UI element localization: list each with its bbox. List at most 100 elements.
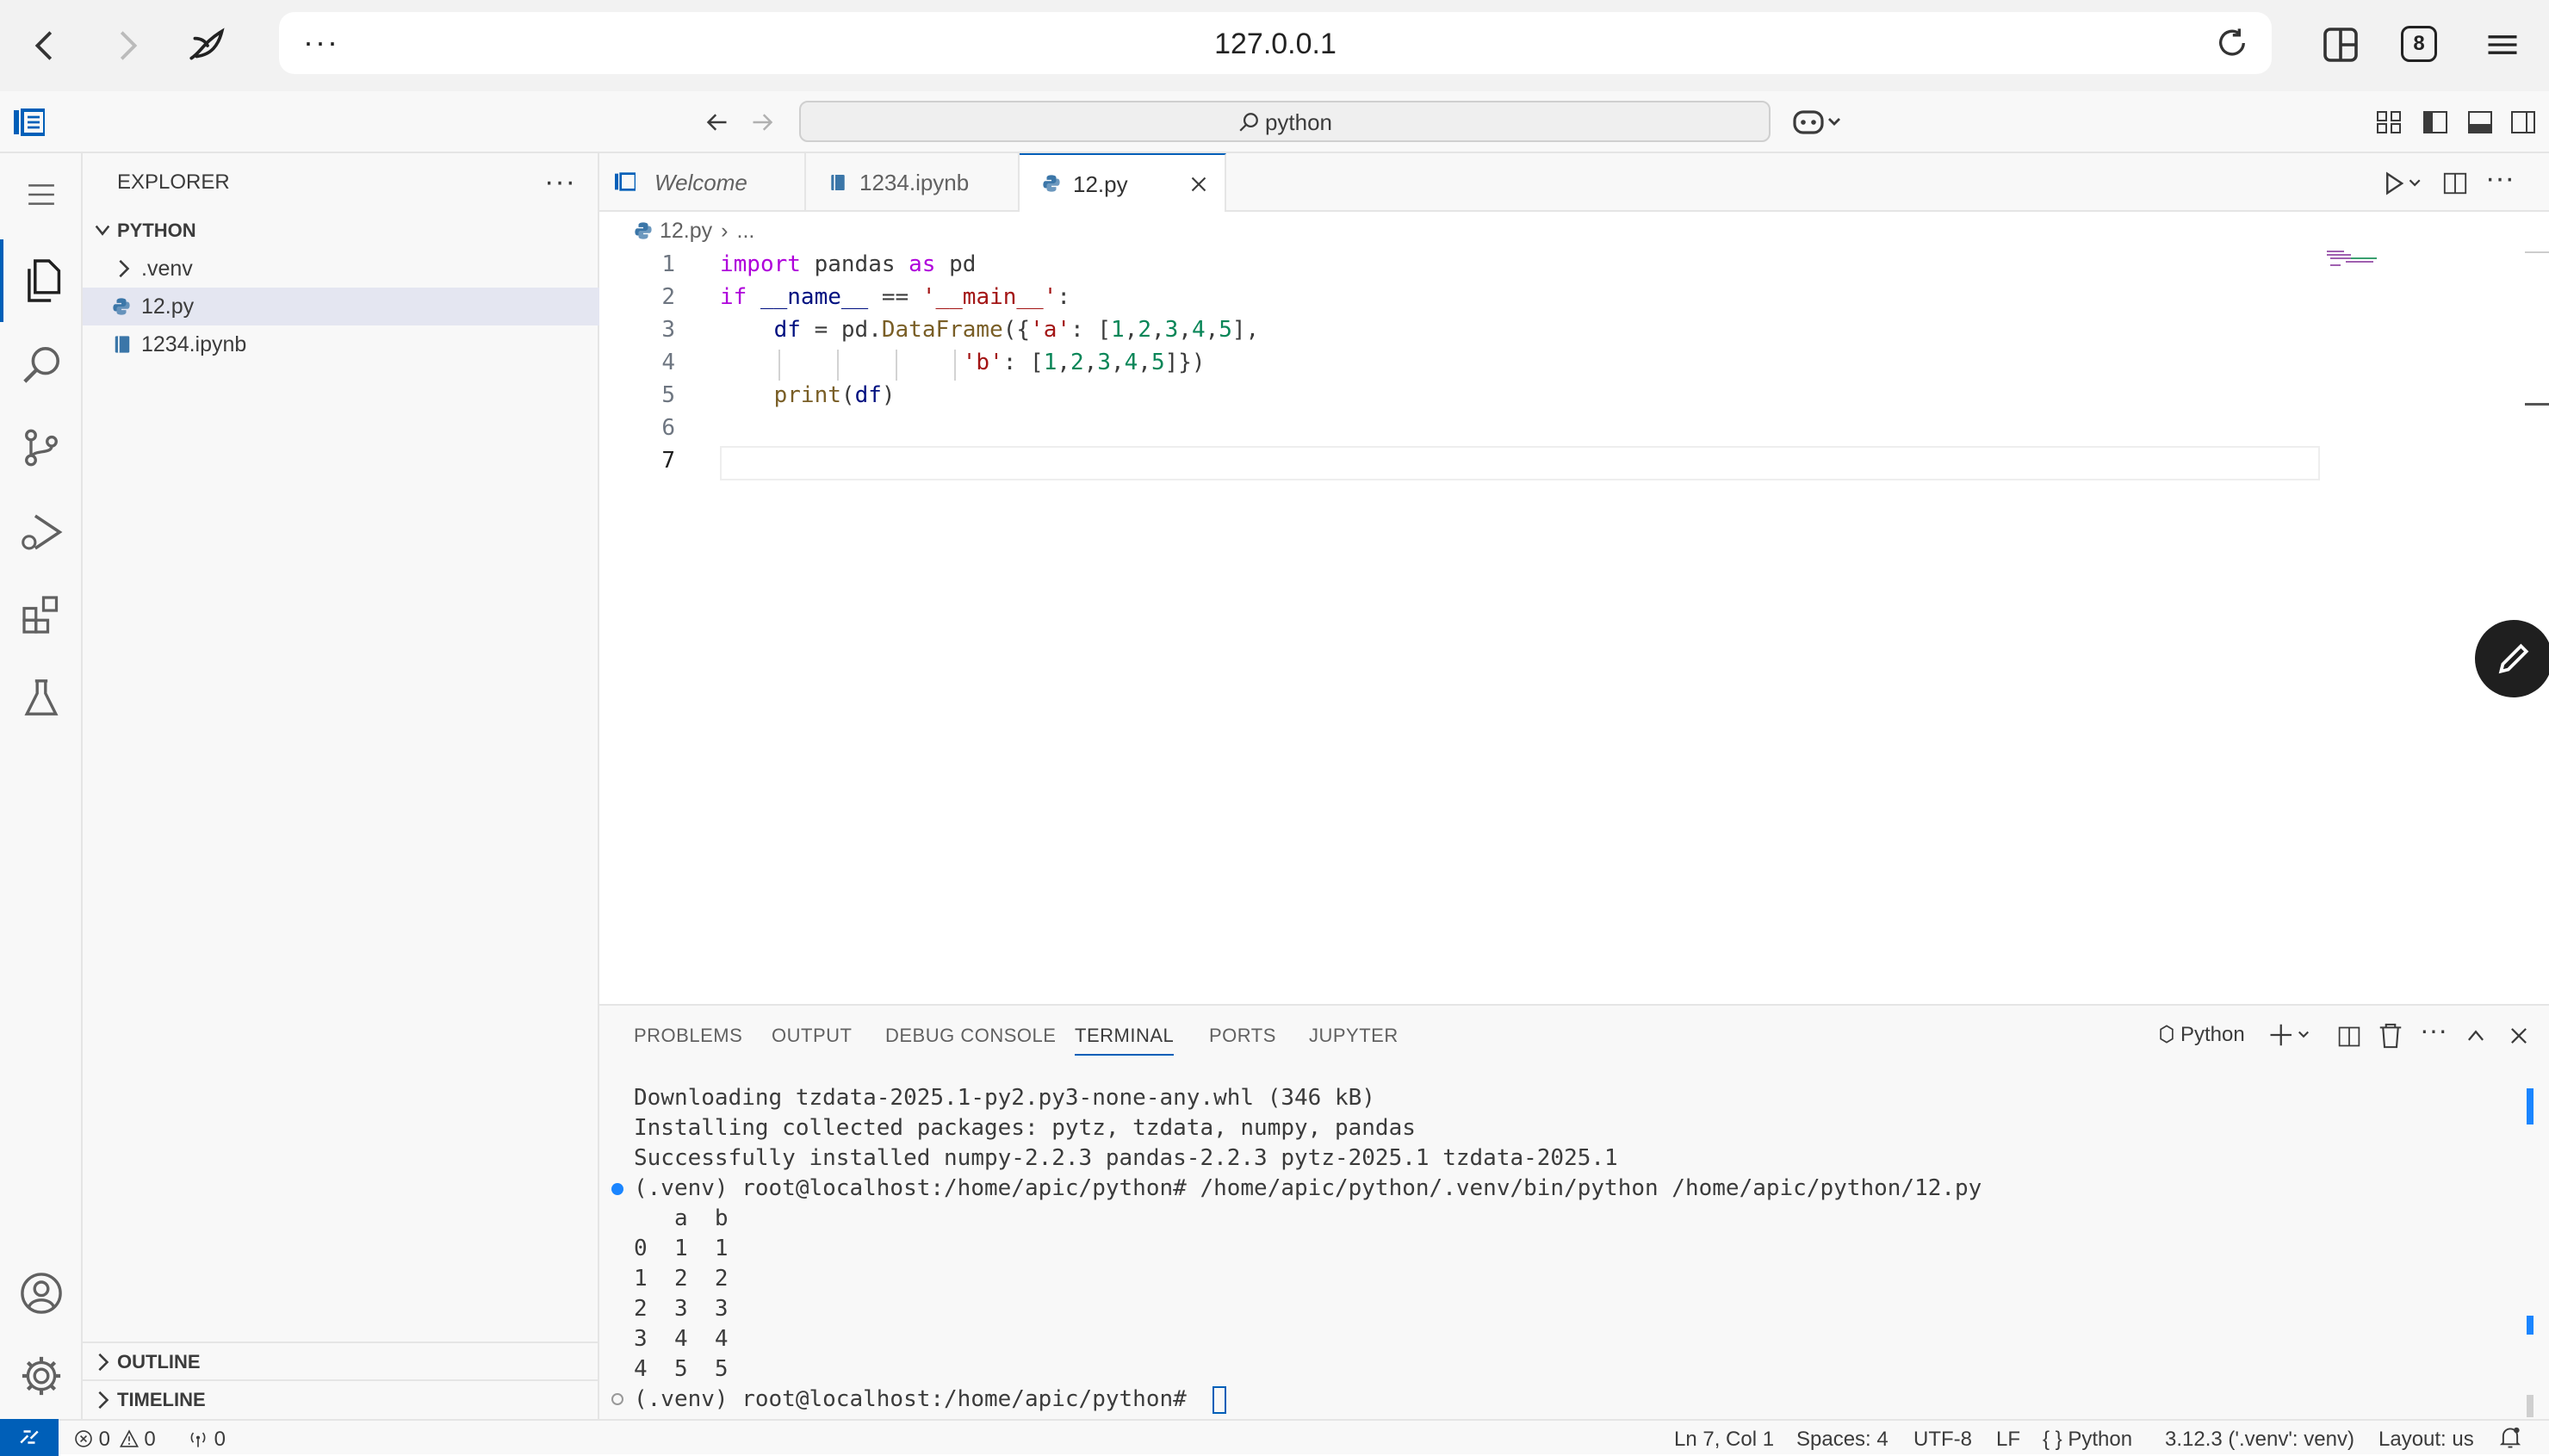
- customize-layout-icon[interactable]: [2375, 108, 2403, 136]
- chevron-right-icon: [93, 1343, 112, 1381]
- breadcrumb[interactable]: 12.py ›...: [634, 215, 754, 246]
- end-of-line[interactable]: LF: [1996, 1428, 2020, 1452]
- code-line-1[interactable]: import pandas as pd: [720, 251, 976, 277]
- close-icon[interactable]: [1188, 174, 1209, 195]
- toggle-primary-sidebar-icon[interactable]: [2422, 108, 2449, 136]
- editor-more-icon[interactable]: ···: [2485, 162, 2515, 195]
- split-editor-icon[interactable]: [2442, 170, 2468, 196]
- url-text: 127.0.0.1: [1214, 28, 1337, 60]
- tab-1234ipynb[interactable]: 1234.ipynb: [806, 153, 1020, 212]
- split-terminal-icon[interactable]: [2337, 1025, 2361, 1049]
- terminal-cursor: [1212, 1386, 1226, 1414]
- encoding[interactable]: UTF-8: [1913, 1428, 1972, 1452]
- tab-12py[interactable]: 12.py: [1020, 153, 1226, 214]
- tab-label: 12.py: [1073, 171, 1128, 197]
- source-control-icon[interactable]: [0, 406, 83, 489]
- explorer-more-icon[interactable]: ···: [544, 165, 576, 199]
- error-count: 0: [98, 1428, 111, 1451]
- tab-terminal[interactable]: TERMINAL: [1075, 1025, 1175, 1056]
- back-icon[interactable]: [26, 26, 65, 65]
- activity-bar: [0, 153, 83, 1419]
- tab-problems[interactable]: PROBLEMS: [634, 1025, 742, 1047]
- tree-item-12py[interactable]: 12.py: [83, 288, 599, 325]
- command-center[interactable]: python: [799, 101, 1771, 142]
- settings-gear-icon[interactable]: [0, 1335, 83, 1417]
- notebook-file-icon: [114, 335, 131, 354]
- notifications-bell-icon[interactable]: [2499, 1426, 2521, 1450]
- error-icon: [74, 1429, 93, 1448]
- run-python-icon[interactable]: [2382, 170, 2425, 196]
- browser-logo-icon[interactable]: [186, 24, 229, 67]
- tab-debug-console[interactable]: DEBUG CONSOLE: [885, 1025, 1056, 1047]
- problems-status[interactable]: 0 0: [74, 1428, 156, 1452]
- folder-python[interactable]: PYTHON: [83, 212, 599, 250]
- pencil-icon: [2496, 641, 2532, 677]
- tree-item-label: .venv: [141, 257, 193, 281]
- outline-section[interactable]: OUTLINE: [83, 1341, 599, 1379]
- scrollbar-cursor-marker: [2525, 403, 2549, 406]
- cursor-position[interactable]: Ln 7, Col 1: [1674, 1428, 1774, 1452]
- split-view-icon[interactable]: [2320, 24, 2361, 65]
- command-pending-dot[interactable]: [611, 1393, 623, 1405]
- tab-output[interactable]: OUTPUT: [772, 1025, 852, 1047]
- indentation[interactable]: Spaces: 4: [1796, 1428, 1888, 1452]
- tab-count[interactable]: 8: [2401, 26, 2437, 62]
- nav-back-icon[interactable]: [704, 110, 730, 134]
- scrollbar-track: [2525, 251, 2549, 253]
- timeline-section[interactable]: TIMELINE: [83, 1379, 599, 1417]
- tab-jupyter[interactable]: JUPYTER: [1309, 1025, 1399, 1047]
- tab-ports[interactable]: PORTS: [1209, 1025, 1276, 1047]
- terminal-icon: [2158, 1025, 2175, 1044]
- copilot-icon[interactable]: [1791, 107, 1843, 138]
- remote-indicator[interactable]: [0, 1419, 59, 1456]
- panel-more-icon[interactable]: ···: [2420, 1014, 2447, 1046]
- toggle-secondary-sidebar-icon[interactable]: [2509, 108, 2537, 136]
- code-line-4[interactable]: 'b': [1,2,3,4,5]}): [720, 350, 1206, 375]
- line-number: 7: [661, 448, 675, 474]
- tree-item-1234ipynb[interactable]: 1234.ipynb: [83, 325, 599, 363]
- braces-icon: { }: [2043, 1428, 2062, 1451]
- nav-forward-icon[interactable]: [749, 110, 775, 134]
- forward-icon[interactable]: [107, 26, 146, 65]
- minimap[interactable]: [2325, 250, 2397, 270]
- terminal-line: 0 1 1: [634, 1236, 729, 1261]
- python-interpreter[interactable]: 3.12.3 ('.venv': venv): [2165, 1428, 2354, 1452]
- edit-fab-button[interactable]: [2475, 620, 2549, 697]
- run-debug-icon[interactable]: [0, 491, 83, 573]
- code-line-5[interactable]: print(df): [720, 382, 896, 408]
- terminal-line: (.venv) root@localhost:/home/apic/python…: [634, 1175, 1982, 1201]
- terminal-profile[interactable]: Python: [2158, 1023, 2245, 1047]
- command-success-dot[interactable]: [611, 1183, 623, 1195]
- line-number: 1: [661, 251, 675, 277]
- toggle-panel-icon[interactable]: [2466, 108, 2494, 136]
- menu-icon[interactable]: [0, 153, 83, 236]
- vscode-logo-icon[interactable]: [14, 108, 45, 136]
- maximize-panel-icon[interactable]: [2465, 1025, 2487, 1047]
- tab-welcome[interactable]: Welcome: [599, 153, 806, 212]
- code-line-3[interactable]: df = pd.DataFrame({'a': [1,2,3,4,5],: [720, 317, 1260, 343]
- vscode-titlebar: python: [0, 91, 2549, 153]
- notebook-file-icon: [830, 173, 846, 192]
- testing-icon[interactable]: [0, 656, 83, 739]
- search-view-icon[interactable]: [0, 324, 83, 406]
- explorer-icon[interactable]: [0, 239, 83, 322]
- browser-menu-icon[interactable]: [2484, 26, 2521, 64]
- extensions-icon[interactable]: [0, 573, 83, 656]
- account-icon[interactable]: [0, 1252, 83, 1335]
- explorer-title: EXPLORER: [117, 170, 230, 194]
- trash-icon[interactable]: [2378, 1023, 2403, 1049]
- code-line-2[interactable]: if __name__ == '__main__':: [720, 284, 1070, 310]
- ports-status[interactable]: 0: [188, 1428, 226, 1452]
- scroll-thumb[interactable]: [2527, 1395, 2533, 1417]
- language-mode[interactable]: { } Python: [2043, 1428, 2132, 1452]
- terminal-prompt[interactable]: (.venv) root@localhost:/home/apic/python…: [634, 1386, 1200, 1412]
- tree-item-venv[interactable]: .venv: [83, 250, 599, 288]
- tab-label: Welcome: [654, 170, 747, 195]
- reload-icon[interactable]: [2215, 26, 2249, 60]
- url-bar[interactable]: ··· 127.0.0.1: [279, 12, 2272, 74]
- terminal-line: a b: [634, 1205, 729, 1231]
- python-file-icon: [1042, 174, 1061, 193]
- new-terminal-icon[interactable]: [2268, 1023, 2315, 1047]
- keyboard-layout[interactable]: Layout: us: [2378, 1428, 2474, 1452]
- close-panel-icon[interactable]: [2508, 1025, 2530, 1047]
